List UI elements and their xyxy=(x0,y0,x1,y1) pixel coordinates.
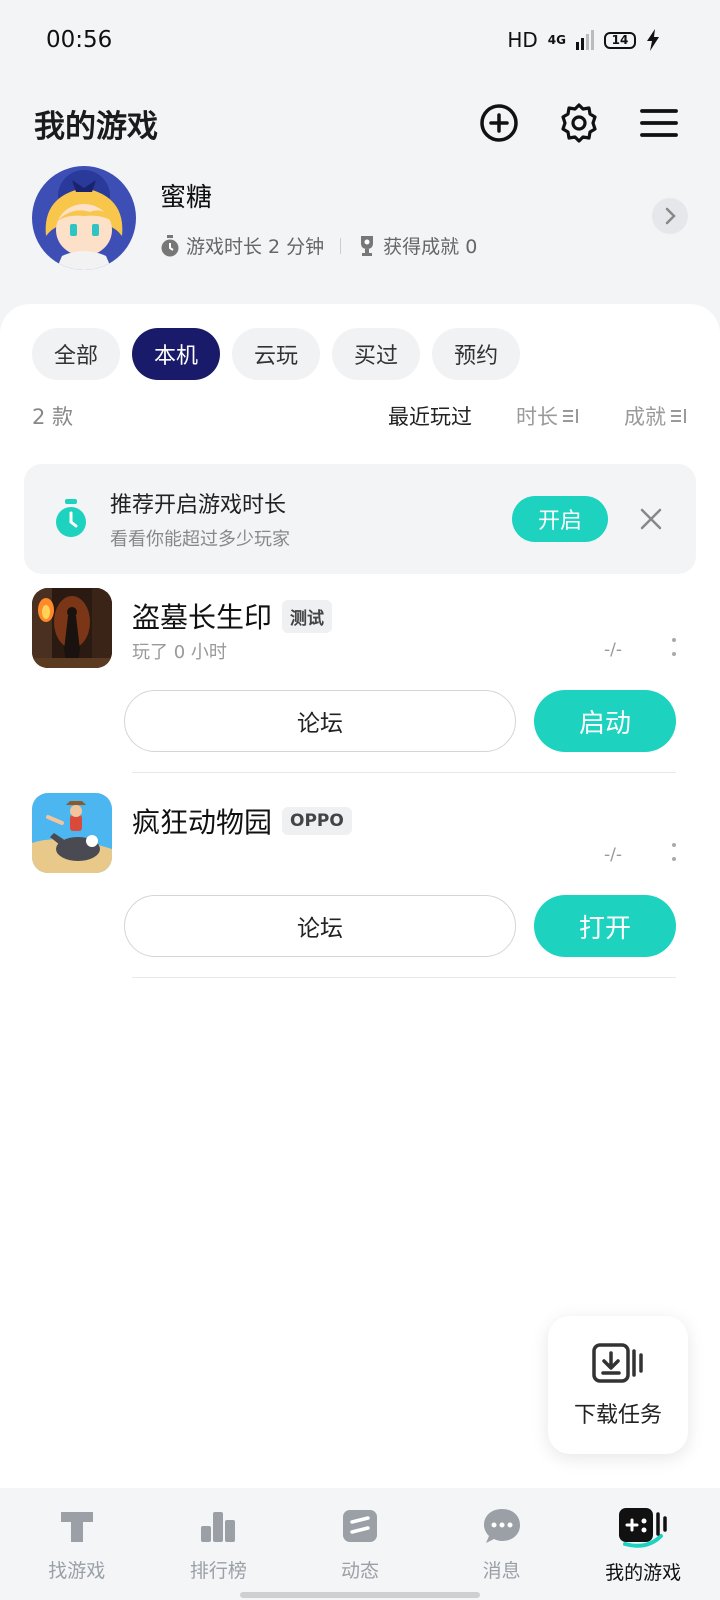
more-options-icon[interactable] xyxy=(670,638,678,656)
gear-icon[interactable] xyxy=(558,102,600,144)
message-icon xyxy=(483,1509,520,1543)
banner-subtitle: 看看你能超过多少玩家 xyxy=(110,529,290,550)
filter-local[interactable]: 本机 xyxy=(132,328,221,380)
sort-icon xyxy=(563,409,578,423)
more-options-icon[interactable] xyxy=(670,843,678,861)
sort-bar: 2 款 最近玩过 时长 成就 xyxy=(32,394,688,438)
game-tag: 测试 xyxy=(282,599,333,633)
tab-find-games[interactable]: 找游戏 xyxy=(12,1488,142,1600)
launch-button[interactable]: 启动 xyxy=(534,690,676,752)
game-title: 盗墓长生印 测试 xyxy=(132,596,333,636)
add-circle-icon[interactable] xyxy=(478,102,520,144)
filter-cloud[interactable]: 云玩 xyxy=(232,328,321,380)
playtime-banner: 推荐开启游戏时长 看看你能超过多少玩家 开启 xyxy=(24,464,696,574)
hd-indicator: HD xyxy=(507,28,538,52)
status-icons: HD 4G 14 xyxy=(507,28,660,52)
close-icon[interactable] xyxy=(636,504,666,534)
enable-playtime-button[interactable]: 开启 xyxy=(512,496,608,542)
game-item: 盗墓长生印 测试 玩了 0 小时 -/- 论坛 启动 xyxy=(32,588,688,788)
tab-ranking[interactable]: 排行榜 xyxy=(153,1488,283,1600)
tab-messages[interactable]: 消息 xyxy=(437,1488,567,1600)
filter-reserved[interactable]: 预约 xyxy=(432,328,521,380)
game-item: 疯狂动物园 OPPO -/- 论坛 打开 xyxy=(32,793,688,993)
game-score: -/- xyxy=(604,640,622,660)
signal-icon xyxy=(576,30,594,50)
status-bar: 00:56 HD 4G 14 xyxy=(0,0,720,80)
status-time: 00:56 xyxy=(46,27,113,53)
network-type: 4G xyxy=(547,33,566,47)
forum-button[interactable]: 论坛 xyxy=(124,895,516,957)
game-icon[interactable] xyxy=(32,588,112,668)
sort-achievements[interactable]: 成就 xyxy=(624,401,688,431)
download-icon xyxy=(592,1343,643,1383)
stopwatch-icon xyxy=(161,234,179,256)
banner-title: 推荐开启游戏时长 xyxy=(110,493,287,518)
page-header: 我的游戏 xyxy=(0,88,720,158)
find-game-icon xyxy=(60,1512,93,1542)
my-games-icon xyxy=(619,1508,667,1548)
battery-icon: 14 xyxy=(604,31,636,49)
download-tasks-label: 下载任务 xyxy=(573,1403,662,1428)
stat-divider xyxy=(340,237,342,254)
menu-icon[interactable] xyxy=(638,102,680,144)
avatar[interactable] xyxy=(32,166,136,270)
profile-card[interactable]: 蜜糖 游戏时长 2 分钟 获得成就 0 xyxy=(32,166,688,270)
game-score: -/- xyxy=(604,845,622,865)
play-time-stat: 游戏时长 2 分钟 xyxy=(186,236,325,258)
filter-chips: 全部 本机 云玩 买过 预约 xyxy=(32,328,521,380)
divider xyxy=(132,977,676,978)
download-tasks-button[interactable]: 下载任务 xyxy=(548,1316,688,1454)
game-count: 2 款 xyxy=(32,405,74,429)
sort-duration[interactable]: 时长 xyxy=(516,401,580,431)
charging-icon xyxy=(647,29,659,51)
game-icon[interactable] xyxy=(32,793,112,873)
open-button[interactable]: 打开 xyxy=(534,895,676,957)
feed-icon xyxy=(342,1510,377,1542)
game-tag: OPPO xyxy=(282,807,352,835)
page-title: 我的游戏 xyxy=(34,108,158,145)
profile-name: 蜜糖 xyxy=(160,183,213,213)
play-duration: 玩了 0 小时 xyxy=(132,642,227,663)
games-panel: 全部 本机 云玩 买过 预约 2 款 最近玩过 时长 成就 推荐开启游戏时长 看… xyxy=(0,304,720,1488)
bottom-tab-bar: 找游戏 排行榜 动态 消息 我的游戏 xyxy=(0,1488,720,1600)
filter-purchased[interactable]: 买过 xyxy=(332,328,421,380)
forum-button[interactable]: 论坛 xyxy=(124,690,516,752)
sort-icon xyxy=(671,409,686,423)
divider xyxy=(132,772,676,773)
achievements-stat: 获得成就 0 xyxy=(383,236,478,258)
game-title: 疯狂动物园 OPPO xyxy=(132,801,352,841)
tab-feed[interactable]: 动态 xyxy=(295,1488,425,1600)
chevron-right-icon[interactable] xyxy=(652,198,688,234)
filter-all[interactable]: 全部 xyxy=(32,328,121,380)
sort-recent[interactable]: 最近玩过 xyxy=(388,401,472,431)
ranking-icon xyxy=(201,1512,236,1542)
tab-my-games[interactable]: 我的游戏 xyxy=(578,1488,708,1600)
home-indicator[interactable] xyxy=(240,1592,480,1598)
trophy-icon xyxy=(361,235,374,256)
stopwatch-icon xyxy=(56,499,86,537)
